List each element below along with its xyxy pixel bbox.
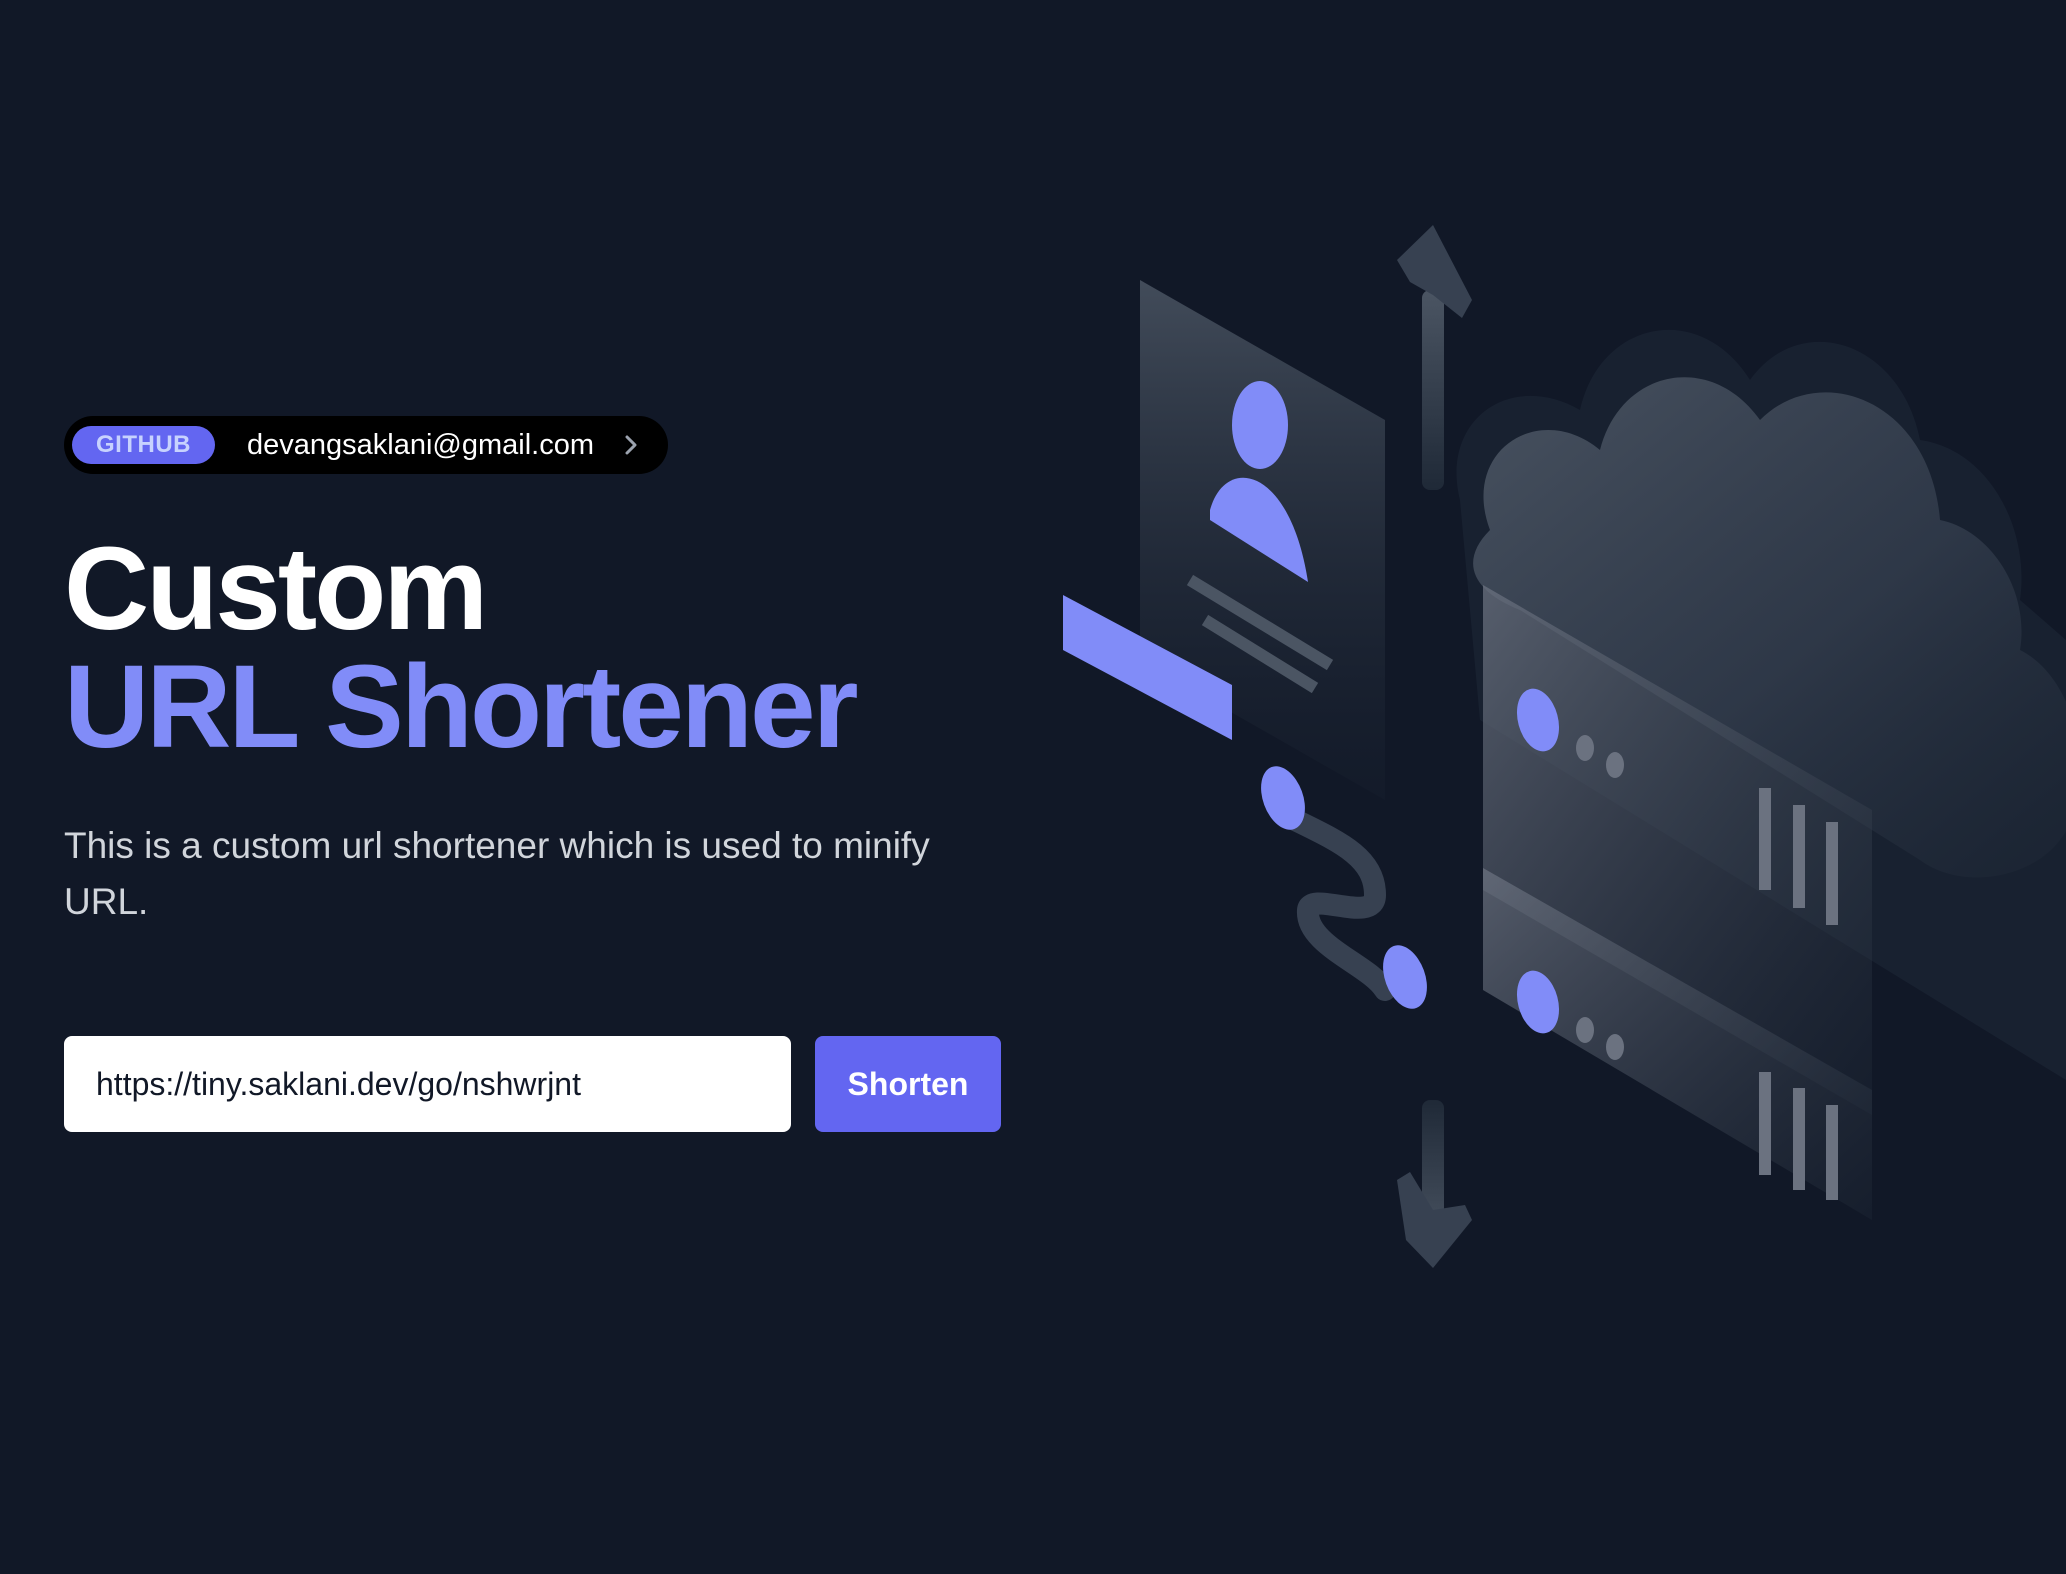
contact-email: devangsaklani@gmail.com	[247, 428, 594, 461]
shorten-form: Shorten	[64, 1036, 1024, 1132]
chevron-right-icon	[625, 435, 637, 455]
page-title: Custom URL Shortener	[64, 530, 1024, 766]
user-profile-icon	[1140, 280, 1385, 800]
hero-section: GITHUB devangsaklani@gmail.com Custom UR…	[64, 416, 1024, 1132]
shorten-button[interactable]: Shorten	[815, 1036, 1001, 1132]
url-input[interactable]	[64, 1036, 791, 1132]
github-badge-link[interactable]: GITHUB devangsaklani@gmail.com	[64, 416, 668, 474]
hero-illustration	[1063, 225, 2066, 1268]
github-tag: GITHUB	[72, 426, 215, 464]
title-line-url-shortener: URL Shortener	[64, 641, 859, 773]
title-line-custom: Custom	[64, 523, 488, 655]
arrow-down-icon	[1397, 1100, 1472, 1268]
page-description: This is a custom url shortener which is …	[64, 825, 930, 922]
connection-link-icon	[1261, 766, 1427, 1009]
